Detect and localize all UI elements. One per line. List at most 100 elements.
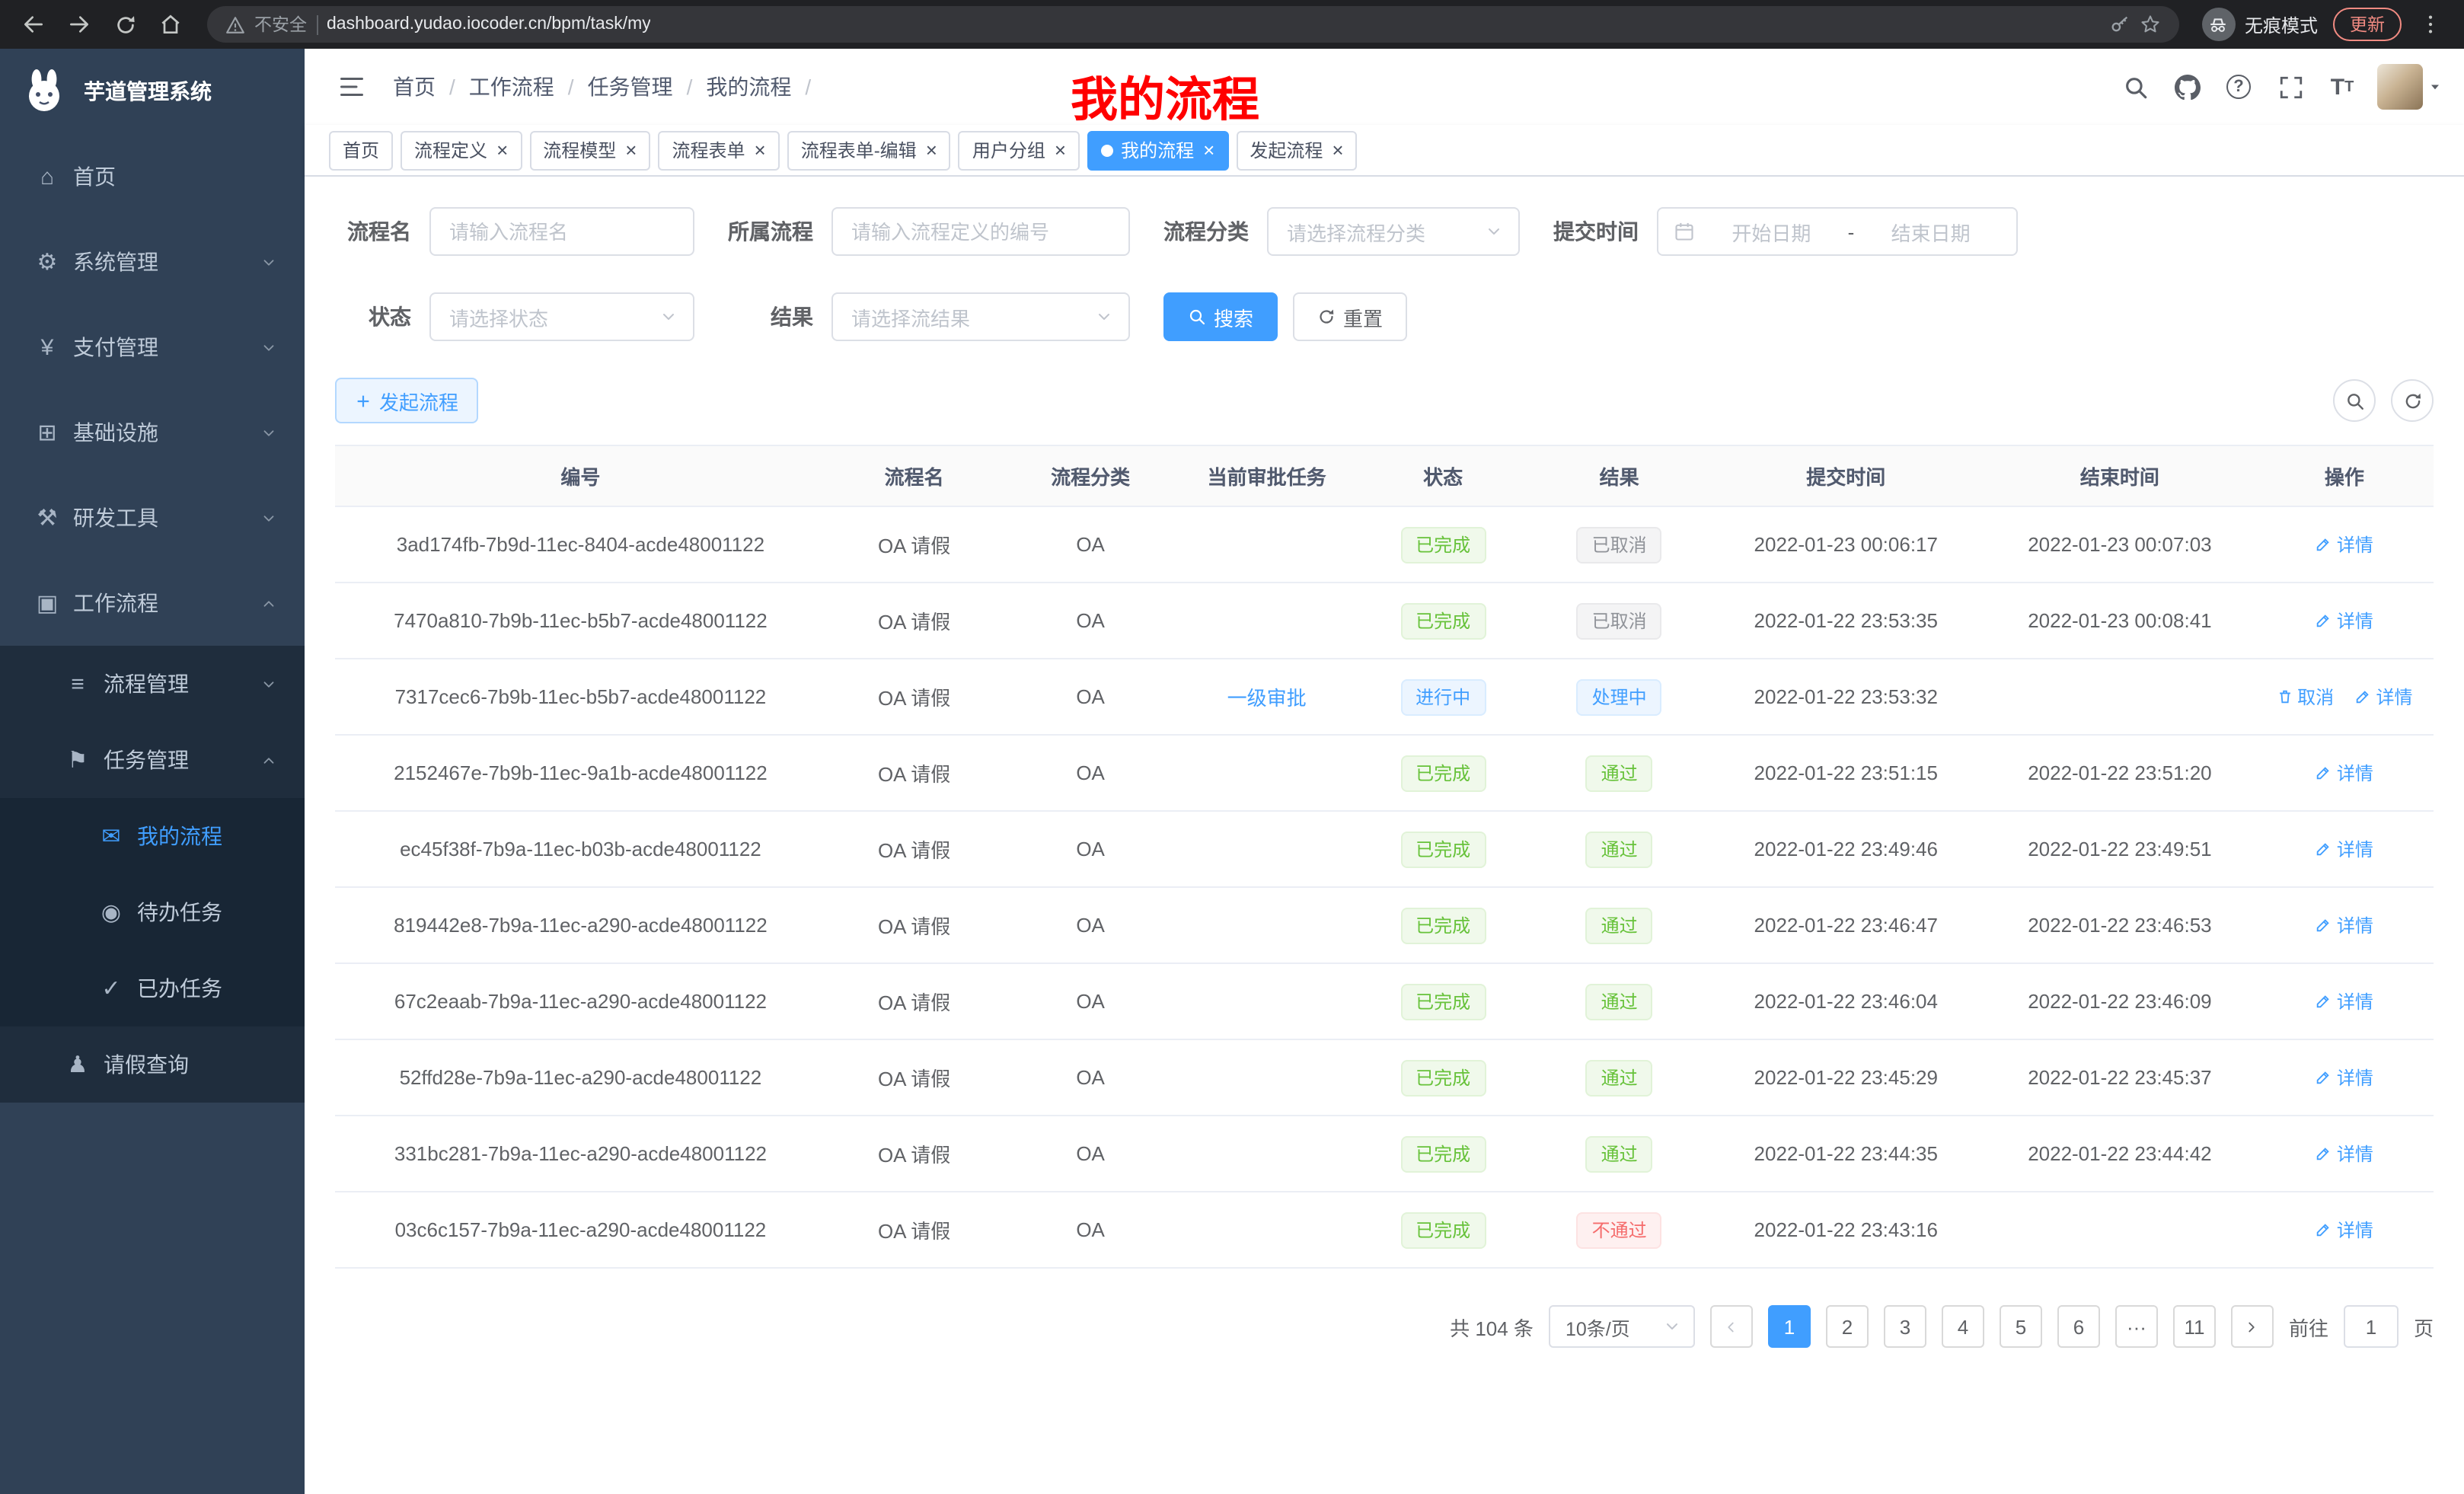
fullscreen-icon[interactable] bbox=[2265, 49, 2316, 125]
page-button[interactable]: ··· bbox=[2115, 1305, 2158, 1348]
search-icon[interactable] bbox=[2109, 49, 2161, 125]
tab-label: 我的流程 bbox=[1121, 137, 1194, 163]
close-icon[interactable]: × bbox=[1203, 140, 1214, 160]
chevron-down-icon bbox=[1095, 308, 1113, 326]
edit-icon bbox=[2316, 1221, 2332, 1238]
sidebar-item[interactable]: 支付管理 bbox=[0, 305, 305, 390]
status-badge: 已完成 bbox=[1400, 1211, 1486, 1248]
detail-button[interactable]: 详情 bbox=[2316, 532, 2373, 557]
breadcrumb-item[interactable]: 任务管理 bbox=[588, 72, 707, 102]
sidebar-item[interactable]: 工作流程 bbox=[0, 560, 305, 646]
page-button[interactable]: 4 bbox=[1942, 1305, 1984, 1348]
view-tab[interactable]: 流程模型 × bbox=[529, 130, 650, 170]
result-badge: 通过 bbox=[1586, 755, 1653, 791]
table-row: 331bc281-7b9a-11ec-a290-acde48001122 OA … bbox=[335, 1116, 2434, 1192]
create-process-button[interactable]: 发起流程 bbox=[335, 378, 478, 423]
sidebar-item[interactable]: 研发工具 bbox=[0, 475, 305, 560]
next-page-button[interactable] bbox=[2231, 1305, 2274, 1348]
result-select[interactable]: 请选择流结果 bbox=[831, 292, 1130, 341]
cell-submit-time: 2022-01-22 23:43:16 bbox=[1707, 1192, 1984, 1268]
close-icon[interactable]: × bbox=[1055, 140, 1066, 160]
detail-button[interactable]: 详情 bbox=[2316, 608, 2373, 634]
sidebar-subitem[interactable]: 流程管理 bbox=[0, 646, 305, 722]
cell-id: 7317cec6-7b9b-11ec-b5b7-acde48001122 bbox=[335, 659, 826, 735]
app-logo[interactable]: 芋道管理系统 bbox=[0, 49, 305, 134]
close-icon[interactable]: × bbox=[1332, 140, 1343, 160]
breadcrumb-item[interactable]: 工作流程 bbox=[469, 72, 588, 102]
home-icon bbox=[30, 164, 64, 190]
breadcrumb-item[interactable]: 首页 bbox=[393, 72, 469, 102]
detail-button[interactable]: 详情 bbox=[2316, 836, 2373, 862]
current-task-link[interactable]: 一级审批 bbox=[1227, 687, 1307, 710]
close-icon[interactable]: × bbox=[755, 140, 766, 160]
cell-current-task bbox=[1179, 963, 1355, 1039]
help-icon[interactable]: ? bbox=[2213, 49, 2265, 125]
sidebar-item[interactable]: 系统管理 bbox=[0, 219, 305, 305]
bookmark-star-icon[interactable] bbox=[2140, 14, 2161, 35]
search-button[interactable]: 搜索 bbox=[1163, 292, 1278, 341]
detail-button[interactable]: 详情 bbox=[2316, 1141, 2373, 1167]
home-icon[interactable] bbox=[149, 3, 192, 46]
avatar[interactable] bbox=[2377, 64, 2423, 110]
goto-page-input[interactable] bbox=[2344, 1305, 2399, 1348]
detail-button[interactable]: 详情 bbox=[2316, 1065, 2373, 1090]
sidebar-subitem[interactable]: 任务管理 bbox=[0, 722, 305, 798]
detail-button[interactable]: 详情 bbox=[2316, 988, 2373, 1014]
view-tab[interactable]: 流程表单 × bbox=[658, 130, 779, 170]
view-tab[interactable]: 我的流程 × bbox=[1087, 130, 1228, 170]
status-select[interactable]: 请选择状态 bbox=[429, 292, 694, 341]
detail-button[interactable]: 详情 bbox=[2316, 912, 2373, 938]
submit-time-label: 提交时间 bbox=[1553, 216, 1657, 247]
page-button[interactable]: 11 bbox=[2173, 1305, 2216, 1348]
page-button[interactable]: 3 bbox=[1884, 1305, 1926, 1348]
process-def-input[interactable] bbox=[831, 207, 1130, 256]
caret-down-icon[interactable] bbox=[2427, 79, 2443, 94]
reload-icon[interactable] bbox=[104, 3, 146, 46]
refresh-table-button[interactable] bbox=[2391, 379, 2434, 422]
view-tab[interactable]: 首页 × bbox=[329, 130, 393, 170]
sidebar-subitem[interactable]: 待办任务 bbox=[0, 874, 305, 950]
view-tab[interactable]: 流程定义 × bbox=[401, 130, 522, 170]
github-icon[interactable] bbox=[2161, 49, 2213, 125]
view-tab[interactable]: 流程表单-编辑 × bbox=[787, 130, 951, 170]
detail-button[interactable]: 详情 bbox=[2316, 760, 2373, 786]
update-button[interactable]: 更新 bbox=[2333, 8, 2402, 41]
view-tab[interactable]: 发起流程 × bbox=[1236, 130, 1357, 170]
cell-result: 通过 bbox=[1531, 887, 1708, 963]
cell-end-time: 2022-01-22 23:44:42 bbox=[1984, 1116, 2255, 1192]
sidebar-subitem[interactable]: 请假查询 bbox=[0, 1026, 305, 1103]
category-select[interactable]: 请选择流程分类 bbox=[1267, 207, 1520, 256]
sidebar-item[interactable]: 基础设施 bbox=[0, 390, 305, 475]
browser-menu-icon[interactable] bbox=[2409, 3, 2452, 46]
date-range-picker[interactable]: 开始日期 - 结束日期 bbox=[1657, 207, 2018, 256]
detail-button[interactable]: 详情 bbox=[2354, 684, 2412, 710]
sidebar-item[interactable]: 首页 bbox=[0, 134, 305, 219]
cell-actions: 详情 bbox=[2255, 1039, 2434, 1116]
password-key-icon[interactable] bbox=[2109, 14, 2130, 35]
breadcrumb-item[interactable]: 我的流程 bbox=[706, 72, 825, 102]
cell-current-task bbox=[1179, 1039, 1355, 1116]
page-button[interactable]: 6 bbox=[2057, 1305, 2100, 1348]
cancel-button[interactable]: 取消 bbox=[2276, 684, 2334, 710]
font-size-icon[interactable]: TT bbox=[2316, 49, 2368, 125]
sidebar-subitem[interactable]: 我的流程 bbox=[0, 798, 305, 874]
view-tab[interactable]: 用户分组 × bbox=[959, 130, 1080, 170]
close-icon[interactable]: × bbox=[625, 140, 637, 160]
process-name-input[interactable] bbox=[429, 207, 694, 256]
back-icon[interactable] bbox=[12, 3, 55, 46]
address-bar[interactable]: 不安全 dashboard.yudao.iocoder.cn/bpm/task/… bbox=[207, 6, 2179, 43]
prev-page-button[interactable] bbox=[1710, 1305, 1753, 1348]
forward-icon[interactable] bbox=[58, 3, 101, 46]
page-size-select[interactable]: 10条/页 bbox=[1549, 1305, 1695, 1348]
page-button[interactable]: 5 bbox=[2000, 1305, 2042, 1348]
close-icon[interactable]: × bbox=[496, 140, 508, 160]
cell-status: 已完成 bbox=[1355, 583, 1531, 659]
page-button[interactable]: 2 bbox=[1826, 1305, 1869, 1348]
reset-button[interactable]: 重置 bbox=[1293, 292, 1407, 341]
toggle-search-button[interactable] bbox=[2333, 379, 2376, 422]
sidebar-subitem[interactable]: 已办任务 bbox=[0, 950, 305, 1026]
close-icon[interactable]: × bbox=[926, 140, 937, 160]
hamburger-icon[interactable] bbox=[326, 49, 378, 125]
page-button[interactable]: 1 bbox=[1768, 1305, 1811, 1348]
detail-button[interactable]: 详情 bbox=[2316, 1217, 2373, 1243]
